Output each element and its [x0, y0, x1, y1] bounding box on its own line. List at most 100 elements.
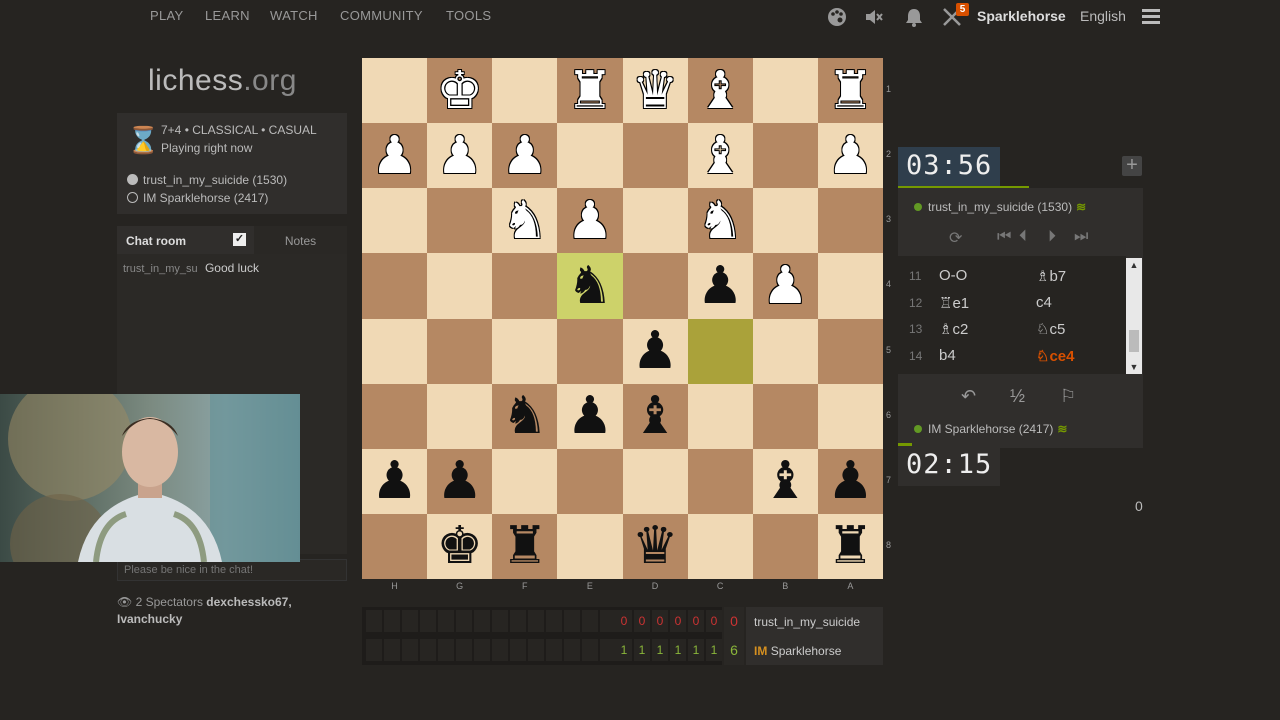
score-player-name[interactable]: IM Sparklehorse — [746, 636, 883, 665]
board-square[interactable] — [752, 188, 818, 254]
board-square[interactable] — [427, 318, 493, 384]
chat-toggle-checkbox[interactable]: ✓ — [233, 233, 246, 246]
board-square[interactable] — [817, 253, 883, 319]
nav-watch[interactable]: WATCH — [270, 8, 318, 23]
black-rook-icon[interactable]: ♜ — [492, 514, 557, 579]
board-square[interactable] — [362, 383, 428, 449]
board-square[interactable] — [817, 318, 883, 384]
white-pawn-icon[interactable]: ♟ — [427, 123, 492, 188]
black-pawn-icon[interactable]: ♟ — [427, 449, 492, 514]
black-king-icon[interactable]: ♚ — [427, 514, 492, 579]
board-square[interactable] — [622, 123, 688, 189]
nav-learn[interactable]: LEARN — [205, 8, 250, 23]
board-square[interactable] — [687, 448, 753, 514]
board-square[interactable] — [752, 383, 818, 449]
nav-play[interactable]: PLAY — [150, 8, 183, 23]
black-pawn-icon[interactable]: ♟ — [688, 253, 753, 318]
black-move[interactable]: c4 — [1036, 294, 1052, 311]
board-square[interactable] — [362, 513, 428, 579]
move-list[interactable]: 11 O-O ♗b7 12 ♖e1 c4 13 ♗c2 ♘c5 14 b4 ♘c… — [898, 256, 1126, 374]
white-move[interactable]: ♖e1 — [939, 294, 969, 312]
white-move[interactable]: ♗c2 — [939, 320, 968, 338]
black-knight-icon[interactable]: ♞ — [557, 253, 622, 318]
white-king-icon[interactable]: ♚ — [427, 58, 492, 123]
black-rook-icon[interactable]: ♜ — [818, 514, 883, 579]
flip-board-icon[interactable]: ⟳ — [949, 228, 962, 248]
board-square[interactable] — [492, 448, 558, 514]
black-bishop-icon[interactable]: ♝ — [623, 384, 688, 449]
black-pawn-icon[interactable]: ♟ — [362, 449, 427, 514]
white-knight-icon[interactable]: ♞ — [492, 188, 557, 253]
board-square[interactable] — [492, 253, 558, 319]
black-player-link[interactable]: IM Sparklehorse (2417) — [127, 191, 268, 205]
first-move-icon[interactable]: ⏮ — [997, 228, 1011, 246]
board-square[interactable] — [492, 58, 558, 124]
board-square[interactable] — [427, 383, 493, 449]
board-square[interactable] — [362, 58, 428, 124]
nav-tools[interactable]: TOOLS — [446, 8, 491, 23]
black-pawn-icon[interactable]: ♟ — [623, 319, 688, 384]
hamburger-icon[interactable] — [1142, 8, 1160, 29]
board-square[interactable] — [817, 188, 883, 254]
black-queen-icon[interactable]: ♛ — [623, 514, 688, 579]
board-square[interactable] — [622, 253, 688, 319]
board-square[interactable] — [687, 513, 753, 579]
add-time-button[interactable]: + — [1122, 155, 1142, 176]
board-square[interactable] — [752, 58, 818, 124]
chess-board[interactable]: ♚ ♜ ♛ ♝ ♜ ♟ ♟ ♟ ♝ ♟ ♞ ♟ ♞ ♞ ♟ ♟ ♟ ♞ ♟ ♝ ♟ ♟ ♝ ♟ ♚ ♜ ♛ ♜ — [362, 58, 883, 579]
board-square[interactable] — [687, 318, 753, 384]
board-square[interactable] — [557, 448, 623, 514]
black-pawn-icon[interactable]: ♟ — [818, 449, 883, 514]
user-menu[interactable]: Sparklehorse — [977, 8, 1066, 24]
board-square[interactable] — [687, 383, 753, 449]
black-move[interactable]: ♗b7 — [1036, 267, 1066, 285]
board-square[interactable] — [492, 318, 558, 384]
chat-message-user[interactable]: trust_in_my_su — [123, 263, 198, 275]
language-selector[interactable]: English — [1080, 8, 1126, 24]
white-player-link[interactable]: trust_in_my_suicide (1530) — [127, 173, 287, 187]
board-square[interactable] — [817, 383, 883, 449]
board-square[interactable] — [362, 253, 428, 319]
white-pawn-icon[interactable]: ♟ — [557, 188, 622, 253]
scroll-up-icon[interactable]: ▲ — [1126, 258, 1142, 272]
move-list-scrollbar[interactable]: ▲ ▼ — [1126, 258, 1142, 374]
board-square[interactable] — [362, 188, 428, 254]
white-rook-icon[interactable]: ♜ — [818, 58, 883, 123]
white-bishop-icon[interactable]: ♝ — [688, 58, 753, 123]
score-player-name[interactable]: trust_in_my_suicide — [746, 607, 883, 636]
spectator-name[interactable]: dexchessko67, — [206, 595, 291, 609]
board-square[interactable] — [557, 513, 623, 579]
tab-notes[interactable]: Notes — [254, 226, 347, 254]
board-square[interactable] — [752, 123, 818, 189]
board-square[interactable] — [557, 123, 623, 189]
white-pawn-icon[interactable]: ♟ — [362, 123, 427, 188]
mute-icon[interactable] — [863, 6, 885, 33]
board-square[interactable] — [362, 318, 428, 384]
board-square[interactable] — [622, 448, 688, 514]
next-move-icon[interactable]: ⏵ — [1048, 228, 1056, 246]
bell-icon[interactable] — [903, 6, 925, 33]
site-logo[interactable]: lichess.org — [148, 64, 297, 98]
white-rook-icon[interactable]: ♜ — [557, 58, 622, 123]
chat-input[interactable] — [117, 559, 347, 581]
scroll-down-icon[interactable]: ▼ — [1126, 360, 1142, 374]
resign-flag-icon[interactable]: ⚐ — [1060, 386, 1076, 407]
board-square[interactable] — [427, 188, 493, 254]
board-square[interactable] — [427, 253, 493, 319]
panel-top-player[interactable]: trust_in_my_suicide (1530) ≋ — [914, 200, 1086, 214]
white-pawn-icon[interactable]: ♟ — [492, 123, 557, 188]
board-square[interactable] — [622, 188, 688, 254]
board-square[interactable] — [752, 513, 818, 579]
black-bishop-icon[interactable]: ♝ — [753, 449, 818, 514]
tab-chat-room[interactable]: Chat room ✓ — [117, 226, 254, 254]
white-pawn-icon[interactable]: ♟ — [818, 123, 883, 188]
white-knight-icon[interactable]: ♞ — [688, 188, 753, 253]
scroll-thumb[interactable] — [1129, 330, 1139, 352]
panel-bottom-player[interactable]: IM Sparklehorse (2417) ≋ — [914, 422, 1067, 436]
takeback-icon[interactable]: ↶ — [961, 386, 976, 407]
offer-draw-icon[interactable]: ½ — [1010, 386, 1025, 407]
white-bishop-icon[interactable]: ♝ — [688, 123, 753, 188]
white-move[interactable]: O-O — [939, 267, 967, 284]
white-queen-icon[interactable]: ♛ — [623, 58, 688, 123]
black-move[interactable]: ♘c5 — [1036, 320, 1065, 338]
